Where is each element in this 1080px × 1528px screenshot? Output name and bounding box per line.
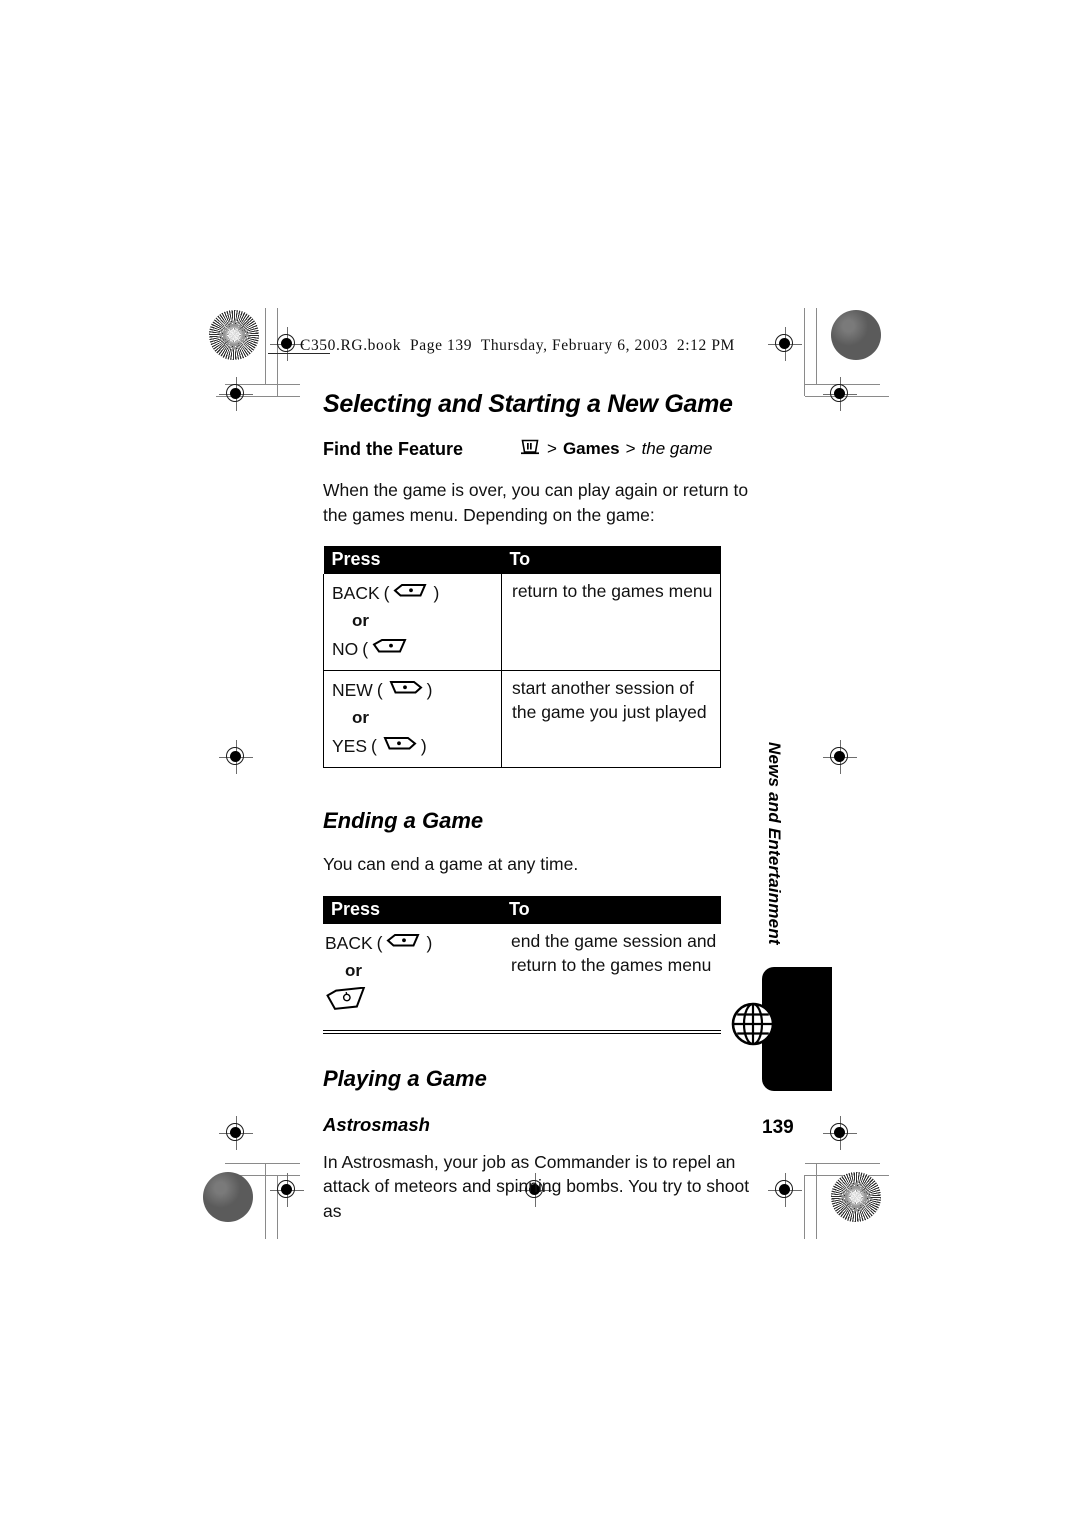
find-the-feature-path: > Games > the game (519, 438, 712, 460)
menu-key-icon (519, 438, 541, 460)
left-softkey-icon (381, 734, 417, 758)
key-label-back: BACK (325, 932, 373, 953)
to-cell: return to the games menu (501, 574, 721, 671)
path-separator: > (547, 439, 557, 458)
page-content: Selecting and Starting a New Game Find t… (323, 390, 753, 1223)
path-separator: > (625, 439, 636, 458)
section1-intro-text: When the game is over, you can play agai… (323, 480, 749, 525)
right-softkey-icon (386, 931, 422, 955)
find-the-feature-label: Find the Feature (323, 438, 464, 459)
press-cell: BACK ( ) or (323, 924, 501, 1026)
column-header-press: Press (323, 546, 502, 574)
key-option: BACK ( ) (325, 931, 433, 955)
subsection-title-astrosmash: Astrosmash (323, 1113, 430, 1135)
key-label-new: NEW (332, 680, 373, 700)
right-softkey-icon (393, 581, 429, 605)
table-header-row: Press To (323, 546, 721, 574)
press-cell: BACK ( ) or (323, 574, 502, 671)
right-softkey-icon (372, 637, 408, 661)
path-item-games: Games (562, 439, 620, 458)
section2-intro-text: You can end a game at any time. (323, 854, 579, 874)
column-header-press: Press (323, 895, 501, 924)
key-option-or: or (345, 960, 362, 980)
table-header-row: Press To (323, 895, 721, 924)
end-key-icon (325, 986, 369, 1017)
section-title-ending-a-game: Ending a Game (323, 808, 484, 833)
to-cell: end the game session and return to the g… (511, 930, 717, 975)
section-title-selecting-starting-new-game: Selecting and Starting a New Game (323, 390, 733, 418)
key-label-back: BACK (332, 583, 380, 603)
key-option: NO ( (332, 635, 501, 663)
keypress-table-selecting: Press To BACK () or NO (return to the … (323, 546, 721, 768)
chapter-tab-label: News and Entertainment (765, 742, 784, 945)
left-softkey-icon (387, 678, 423, 702)
print-header-text: C350.RG.book Page 139 Thursday, February… (300, 337, 735, 354)
key-option (325, 985, 501, 1019)
section3-body-text: In Astrosmash, your job as Commander is … (323, 1151, 750, 1221)
find-the-feature-row: Find the Feature > Games > the game (323, 438, 753, 460)
key-option-or: or (352, 708, 369, 727)
key-label-no: NO (332, 639, 359, 659)
key-option-or: or (352, 611, 369, 630)
key-option: YES ( ) (332, 734, 427, 758)
table-row: BACK ( ) or (323, 574, 721, 671)
to-cell: start another session of the game you ju… (501, 670, 721, 768)
document-page: C350.RG.book Page 139 Thursday, February… (0, 0, 1080, 1528)
page-number: 139 (762, 1117, 794, 1138)
keypress-table-ending: Press To BACK () or end the game sessio… (323, 895, 721, 1026)
table-row: NEW ( ) or YES () start another session… (323, 670, 721, 768)
path-item-the-game: the game (641, 439, 713, 458)
column-header-to: To (501, 546, 721, 574)
column-header-to: To (501, 895, 721, 924)
key-option: BACK ( ) (332, 581, 440, 605)
key-option: NEW ( ) (332, 678, 433, 702)
table-row: BACK ( ) or (323, 924, 721, 1026)
key-label-yes: YES (332, 736, 368, 756)
press-cell: NEW ( ) or YES () (323, 670, 502, 768)
table-bottom-rule (323, 1029, 721, 1034)
section-title-playing-a-game: Playing a Game (323, 1065, 487, 1091)
globe-icon (729, 1000, 777, 1048)
